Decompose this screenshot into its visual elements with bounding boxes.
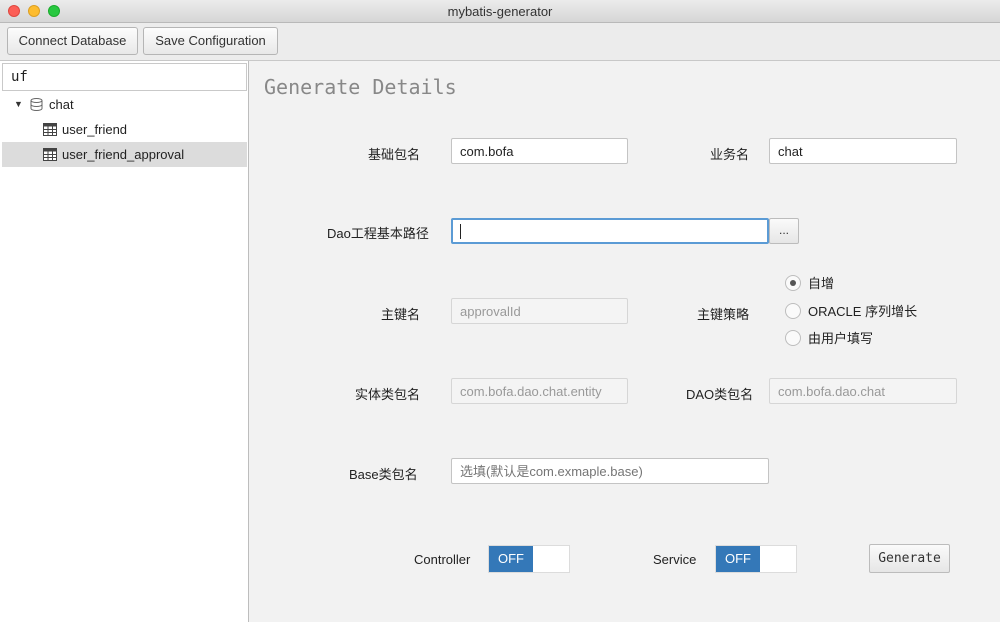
generate-button[interactable]: Generate: [869, 544, 950, 573]
base-class-package-input[interactable]: [451, 458, 769, 484]
controller-label: Controller: [414, 552, 471, 567]
database-name: chat: [49, 97, 74, 112]
table-name: user_friend: [62, 122, 128, 137]
database-tree-panel: ▼ chat user_friend user_friend_approval: [0, 61, 249, 622]
radio-label: 由用户填写: [808, 331, 874, 346]
radio-button[interactable]: [785, 303, 801, 319]
minimize-window-button[interactable]: [28, 5, 40, 17]
service-toggle[interactable]: OFF: [715, 545, 797, 573]
connect-database-button[interactable]: Connect Database: [7, 27, 138, 55]
tree-node-table-selected[interactable]: user_friend_approval: [2, 142, 247, 167]
primary-key-label: 主键名: [381, 307, 421, 322]
radio-label: ORACLE 序列增长: [808, 304, 918, 319]
table-filter-input[interactable]: [2, 63, 247, 91]
generate-details-panel: Generate Details 基础包名 业务名 Dao工程基本路径 ... …: [250, 61, 1000, 622]
table-name: user_friend_approval: [62, 147, 185, 162]
tree-node-table[interactable]: user_friend: [2, 117, 247, 142]
browse-folder-button[interactable]: ...: [769, 218, 799, 244]
table-icon: [43, 148, 57, 161]
window-title: mybatis-generator: [447, 4, 553, 19]
toolbar: Connect Database Save Configuration: [0, 23, 1000, 61]
primary-key-input: [451, 298, 628, 324]
database-icon: [30, 98, 43, 111]
key-strategy-label: 主键策略: [697, 307, 750, 322]
radio-label: 自增: [808, 276, 835, 291]
entity-package-label: 实体类包名: [355, 387, 421, 402]
dao-path-label: Dao工程基本路径: [327, 226, 429, 241]
close-window-button[interactable]: [8, 5, 20, 17]
entity-package-input: [451, 378, 628, 404]
business-name-label: 业务名: [710, 147, 750, 162]
window-titlebar: mybatis-generator: [0, 0, 1000, 23]
toggle-state: OFF: [489, 546, 533, 572]
save-configuration-button[interactable]: Save Configuration: [143, 27, 278, 55]
base-package-label: 基础包名: [368, 147, 421, 162]
dao-path-input[interactable]: [451, 218, 769, 244]
table-icon: [43, 123, 57, 136]
business-name-input[interactable]: [769, 138, 957, 164]
controller-toggle[interactable]: OFF: [488, 545, 570, 573]
dao-package-label: DAO类包名: [686, 387, 754, 402]
radio-button[interactable]: [785, 275, 801, 291]
page-title: Generate Details: [264, 75, 457, 99]
expand-arrow-icon[interactable]: ▼: [14, 92, 23, 117]
base-class-package-label: Base类包名: [349, 467, 418, 482]
dao-package-input: [769, 378, 957, 404]
base-package-input[interactable]: [451, 138, 628, 164]
text-caret: [460, 224, 461, 239]
toggle-state: OFF: [716, 546, 760, 572]
service-label: Service: [653, 552, 697, 567]
maximize-window-button[interactable]: [48, 5, 60, 17]
tree-node-database[interactable]: ▼ chat: [2, 92, 247, 117]
radio-button[interactable]: [785, 330, 801, 346]
